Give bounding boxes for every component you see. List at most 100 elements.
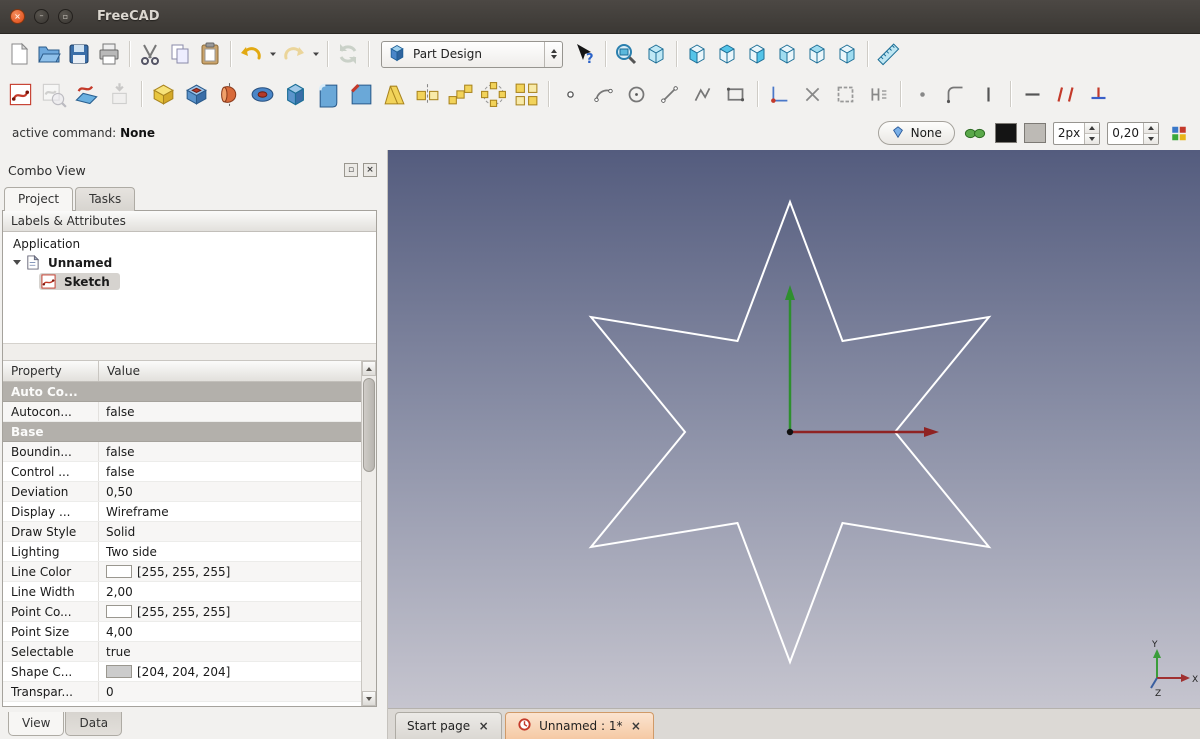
new-document-icon[interactable] [4,39,34,69]
property-value-cell[interactable]: [255, 255, 255] [99,602,361,621]
apply-style-icon[interactable] [1166,122,1192,144]
sketch-rectangle-icon[interactable] [719,76,752,112]
sketch-circle-icon[interactable] [620,76,653,112]
combo-spinner-icon[interactable] [544,42,562,67]
constraint-perpendicular-icon[interactable] [1082,76,1115,112]
tab-unnamed-document[interactable]: Unnamed : 1* [505,712,654,739]
property-value-cell[interactable]: 0 [99,682,361,701]
tab-start-page[interactable]: Start page [395,712,502,739]
property-value-cell[interactable]: false [99,462,361,481]
sketch-arc-icon[interactable] [587,76,620,112]
property-value-cell[interactable]: false [99,402,361,421]
3d-viewport[interactable]: Y X Z [388,150,1200,708]
sketch-polyline-icon[interactable] [686,76,719,112]
property-row[interactable]: LightingTwo side [3,542,361,562]
panel-splitter[interactable] [3,344,376,361]
sketch-new-icon[interactable] [4,76,37,112]
panel-float-icon[interactable] [344,163,358,177]
spinner-arrows-icon[interactable] [1084,123,1099,144]
property-value-cell[interactable]: false [99,442,361,461]
construction-mode-icon[interactable] [962,122,988,144]
property-value-cell[interactable]: true [99,642,361,661]
view-bottom-icon[interactable] [802,39,832,69]
spinner-arrows-icon[interactable] [1143,123,1158,144]
panel-close-icon[interactable] [363,163,377,177]
scroll-up-icon[interactable] [362,361,376,376]
sketch-origin-point[interactable] [787,429,793,435]
3d-viewport-canvas[interactable]: Y X Z [388,150,1200,708]
tab-data[interactable]: Data [65,712,122,736]
property-value-cell[interactable]: 4,00 [99,622,361,641]
tree-row-sketch[interactable]: Sketch [3,272,376,291]
fillet-icon[interactable] [312,76,345,112]
text-scale-spinner[interactable]: 0,20 [1107,122,1159,145]
polar-pattern-icon[interactable] [477,76,510,112]
property-row[interactable]: Control ...false [3,462,361,482]
property-value-cell[interactable]: [255, 255, 255] [99,562,361,581]
view-top-icon[interactable] [712,39,742,69]
property-row[interactable]: Point Co...[255, 255, 255] [3,602,361,622]
property-row[interactable]: Autocon...false [3,402,361,422]
dropdown-icon[interactable] [266,39,279,69]
axonometric-icon[interactable] [641,39,671,69]
property-value-cell[interactable]: Solid [99,522,361,541]
line-width-spinner[interactable]: 2px [1053,122,1100,145]
property-value-cell[interactable]: Wireframe [99,502,361,521]
property-row[interactable]: Point Size4,00 [3,622,361,642]
dropdown-icon[interactable] [309,39,322,69]
fit-all-icon[interactable] [611,39,641,69]
whats-this-icon[interactable]: ? [570,39,600,69]
copy-icon[interactable] [165,39,195,69]
pad-icon[interactable] [147,76,180,112]
face-color-button[interactable] [1024,123,1046,143]
paste-icon[interactable] [195,39,225,69]
revolution-icon[interactable] [213,76,246,112]
property-row[interactable]: Draw StyleSolid [3,522,361,542]
property-scrollbar[interactable] [361,361,376,706]
sketch-line-icon[interactable] [653,76,686,112]
multitransform-icon[interactable] [510,76,543,112]
sketch-fillet-icon[interactable] [939,76,972,112]
property-row[interactable]: Selectabletrue [3,642,361,662]
property-value-cell[interactable]: [204, 204, 204] [99,662,361,681]
property-row[interactable]: Deviation0,50 [3,482,361,502]
property-row[interactable]: Boundin...false [3,442,361,462]
constraint-horizontal-icon[interactable] [1016,76,1049,112]
scrollbar-track[interactable] [362,376,376,691]
draft-icon[interactable] [378,76,411,112]
view-rear-icon[interactable] [772,39,802,69]
sketch-carboncopy-icon[interactable] [862,76,895,112]
sketch-map-icon[interactable] [70,76,103,112]
window-maximize-button[interactable] [58,9,73,24]
constraint-vertical-icon[interactable] [972,76,1005,112]
print-icon[interactable] [94,39,124,69]
property-row[interactable]: Line Width2,00 [3,582,361,602]
scrollbar-thumb[interactable] [363,378,375,472]
save-icon[interactable] [64,39,94,69]
open-folder-icon[interactable] [34,39,64,69]
close-icon[interactable] [477,720,490,733]
tab-project[interactable]: Project [4,187,73,211]
property-row[interactable]: Shape C...[204, 204, 204] [3,662,361,682]
close-icon[interactable] [629,720,642,733]
autogroup-button[interactable]: None [878,121,955,145]
view-right-icon[interactable] [742,39,772,69]
view-front-icon[interactable] [682,39,712,69]
sketch-point-icon[interactable] [554,76,587,112]
property-group-row[interactable]: Auto Co... [3,382,361,402]
property-row[interactable]: Display ...Wireframe [3,502,361,522]
window-close-button[interactable] [10,9,25,24]
tree-row-document[interactable]: Unnamed [3,253,376,272]
window-minimize-button[interactable] [34,9,49,24]
sketch-external-icon[interactable] [829,76,862,112]
pocket-icon[interactable] [180,76,213,112]
measure-icon[interactable] [873,39,903,69]
groove-icon[interactable] [246,76,279,112]
property-row[interactable]: Transpar...0 [3,682,361,702]
property-value-cell[interactable]: 0,50 [99,482,361,501]
constraint-parallel-icon[interactable] [1049,76,1082,112]
undo-icon[interactable] [236,39,266,69]
sketch-trim-icon[interactable] [796,76,829,112]
view-left-icon[interactable] [832,39,862,69]
additive-box-icon[interactable] [279,76,312,112]
